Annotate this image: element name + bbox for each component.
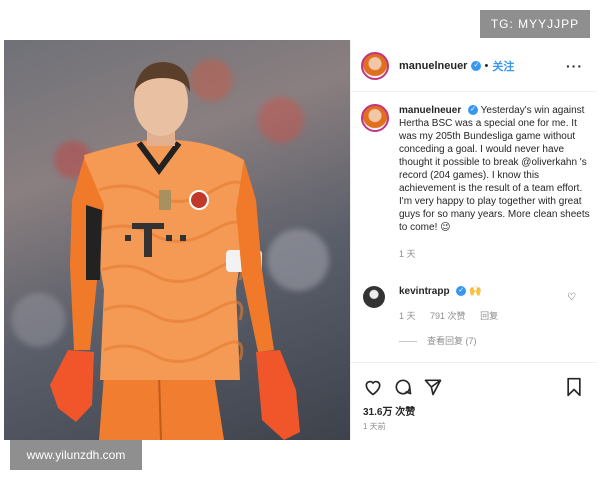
watermark-bottom-left: www.yilunzdh.com (10, 440, 142, 470)
comment-emoji: 🙌 (469, 286, 482, 297)
comment-heart-icon[interactable]: ♡ (567, 292, 576, 303)
comment-reply-button[interactable]: 回复 (480, 311, 498, 321)
goalkeeper-illustration (50, 62, 300, 440)
comment-username[interactable]: kevintrapp (399, 286, 450, 297)
action-bar: 31.6万 次赞 1 天前 (351, 362, 597, 440)
caption-avatar[interactable] (361, 104, 389, 132)
page: manuelneuer ✓ • 关注 ··· manuelneuer ✓ Yes… (0, 0, 600, 480)
comment-body: kevintrapp ✓ 🙌 1 天 791 次赞 回复 (399, 286, 510, 322)
caption-text: Yesterday's win against Hertha BSC was a… (399, 105, 590, 233)
post-panel: manuelneuer ✓ • 关注 ··· manuelneuer ✓ Yes… (350, 40, 597, 440)
post-header: manuelneuer ✓ • 关注 ··· (351, 40, 597, 92)
share-icon[interactable] (423, 377, 443, 397)
separator-dot: • (484, 59, 489, 72)
follow-button[interactable]: 关注 (492, 58, 514, 74)
likes-count[interactable]: 31.6万 次赞 (363, 403, 415, 418)
header-username[interactable]: manuelneuer (399, 60, 467, 72)
avatar[interactable] (361, 51, 389, 80)
view-replies-button[interactable]: 查看回复 (7) (399, 334, 477, 347)
caption-body: manuelneuer ✓ Yesterday's win against He… (399, 104, 591, 261)
comment-age[interactable]: 1 天 (399, 311, 416, 321)
caption-age[interactable]: 1 天 (399, 248, 591, 261)
bookmark-icon[interactable] (565, 377, 583, 397)
comment-avatar[interactable] (363, 286, 385, 308)
caption-username[interactable]: manuelneuer (399, 105, 461, 116)
comment: kevintrapp ✓ 🙌 1 天 791 次赞 回复 (363, 286, 593, 322)
watermark-top-right: TG: MYYJJPP (480, 10, 590, 38)
post-photo (4, 40, 350, 440)
comment-likes[interactable]: 791 次赞 (430, 311, 466, 321)
more-dots-icon[interactable]: ··· (566, 58, 583, 74)
heart-icon[interactable] (363, 377, 383, 397)
verified-icon: ✓ (471, 60, 482, 71)
verified-icon: ✓ (468, 105, 479, 116)
bookmark-button[interactable] (565, 377, 583, 397)
comment-icon[interactable] (393, 377, 413, 397)
verified-icon: ✓ (456, 286, 467, 297)
post-date[interactable]: 1 天前 (363, 421, 386, 432)
caption: manuelneuer ✓ Yesterday's win against He… (361, 104, 591, 261)
action-icons (363, 377, 443, 397)
comment-meta: 1 天 791 次赞 回复 (399, 309, 510, 322)
